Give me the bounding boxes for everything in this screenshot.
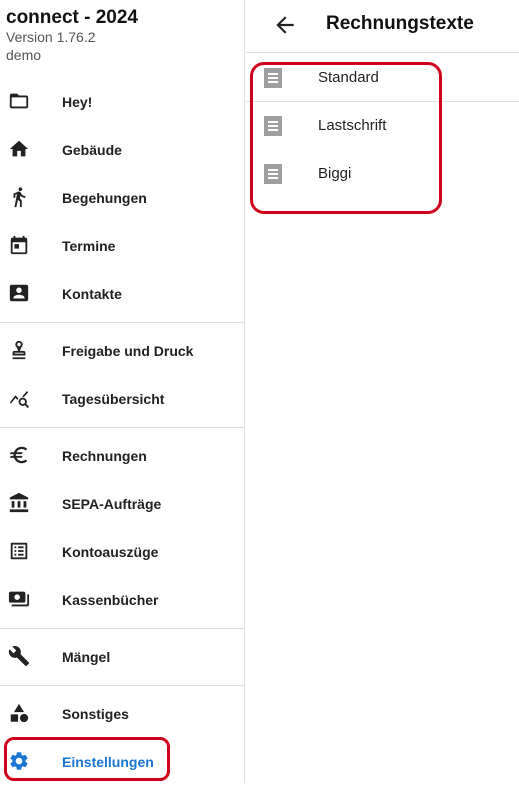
sidebar-item-label: Tagesübersicht <box>62 391 165 407</box>
text-item-label: Standard <box>318 69 379 86</box>
sidebar-item-label: Freigabe und Druck <box>62 343 194 359</box>
text-item-label: Lastschrift <box>318 117 387 134</box>
sidebar-item-kontoauszüge[interactable]: Kontoauszüge <box>0 528 244 576</box>
sidebar-nav: Hey! Gebäude Begehungen Termine Kontakte Frei… <box>0 78 244 786</box>
sidebar-item-label: Hey! <box>62 94 93 110</box>
euro-icon <box>8 444 30 466</box>
sidebar-item-sonstiges[interactable]: Sonstiges <box>0 690 244 738</box>
sidebar-item-label: Kontakte <box>62 286 122 302</box>
walk-icon <box>8 186 30 208</box>
document-icon <box>264 68 282 88</box>
sidebar-item-label: Termine <box>62 238 116 254</box>
text-item-standard[interactable]: Standard <box>246 54 519 102</box>
home-icon <box>8 138 30 160</box>
sidebar-item-sepa-aufträge[interactable]: SEPA-Aufträge <box>0 480 244 528</box>
list-alt-icon <box>8 540 30 562</box>
folder-icon <box>8 90 30 112</box>
money-icon <box>8 588 30 610</box>
arrow-back-icon <box>276 16 294 34</box>
category-icon <box>8 702 30 724</box>
sidebar-item-einstellungen[interactable]: Einstellungen <box>0 738 244 786</box>
query-stats-icon <box>8 387 30 409</box>
document-icon <box>264 116 282 136</box>
back-button[interactable] <box>272 12 298 38</box>
stamp-icon <box>8 339 30 361</box>
sidebar-item-tagesübersicht[interactable]: Tagesübersicht <box>0 375 244 423</box>
sidebar-item-label: Begehungen <box>62 190 147 206</box>
document-icon <box>264 164 282 184</box>
text-item-lastschrift[interactable]: Lastschrift <box>246 102 519 150</box>
text-list: Standard Lastschrift Biggi <box>246 54 519 198</box>
sidebar-item-gebäude[interactable]: Gebäude <box>0 126 244 174</box>
sidebar-item-freigabe-und-druck[interactable]: Freigabe und Druck <box>0 327 244 375</box>
sidebar-divider <box>0 628 244 629</box>
brand-block: connect - 2024 Version 1.76.2 demo <box>0 0 244 70</box>
sidebar-item-label: SEPA-Aufträge <box>62 496 162 512</box>
sidebar-item-kontakte[interactable]: Kontakte <box>0 270 244 318</box>
text-item-label: Biggi <box>318 165 352 182</box>
sidebar-item-termine[interactable]: Termine <box>0 222 244 270</box>
sidebar-item-mängel[interactable]: Mängel <box>0 633 244 681</box>
contacts-icon <box>8 282 30 304</box>
bank-icon <box>8 492 30 514</box>
sidebar-item-label: Sonstiges <box>62 706 129 722</box>
user-name: demo <box>6 47 42 63</box>
calendar-icon <box>8 234 30 256</box>
gear-icon <box>8 750 30 772</box>
sidebar: connect - 2024 Version 1.76.2 demo Hey! G… <box>0 0 245 783</box>
panel-header: Rechnungstexte <box>246 0 519 53</box>
sidebar-item-label: Kontoauszüge <box>62 544 159 560</box>
sidebar-divider <box>0 685 244 686</box>
app-version: Version 1.76.2 <box>6 29 96 45</box>
sidebar-item-label: Gebäude <box>62 142 122 158</box>
sidebar-divider <box>0 427 244 428</box>
sidebar-item-begehungen[interactable]: Begehungen <box>0 174 244 222</box>
sidebar-item-label: Einstellungen <box>62 754 154 770</box>
sidebar-item-label: Kassenbücher <box>62 592 159 608</box>
sidebar-item-label: Rechnungen <box>62 448 147 464</box>
panel-title: Rechnungstexte <box>326 13 474 34</box>
sidebar-item-label: Mängel <box>62 649 111 665</box>
text-item-biggi[interactable]: Biggi <box>246 150 519 198</box>
wrench-icon <box>8 645 30 667</box>
sidebar-item-kassenbücher[interactable]: Kassenbücher <box>0 576 244 624</box>
main-panel: Rechnungstexte Standard Lastschrift Biggi <box>246 0 519 783</box>
row-divider <box>246 101 519 102</box>
sidebar-item-hey-[interactable]: Hey! <box>0 78 244 126</box>
sidebar-item-rechnungen[interactable]: Rechnungen <box>0 432 244 480</box>
sidebar-divider <box>0 322 244 323</box>
app-title: connect - 2024 <box>6 7 138 28</box>
